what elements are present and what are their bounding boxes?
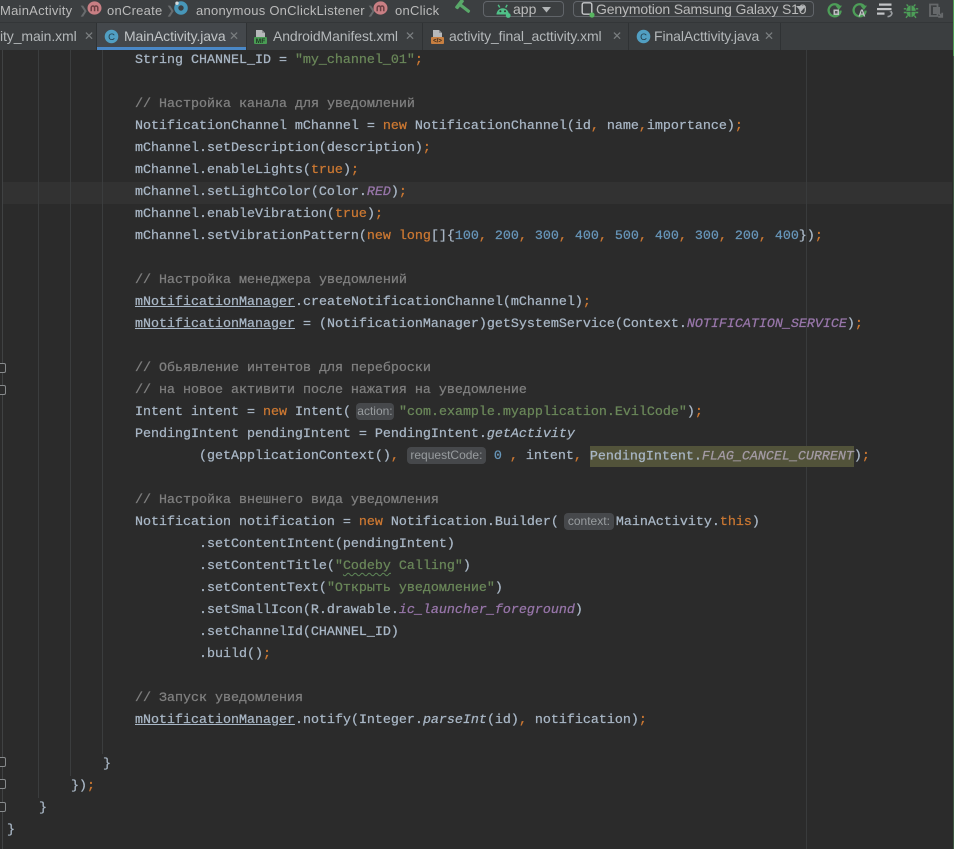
svg-text:MF: MF (256, 38, 265, 44)
svg-text:</>: </> (433, 39, 442, 45)
svg-text:C: C (640, 32, 647, 43)
svg-text:C: C (108, 32, 115, 43)
svg-text:A: A (858, 9, 865, 20)
